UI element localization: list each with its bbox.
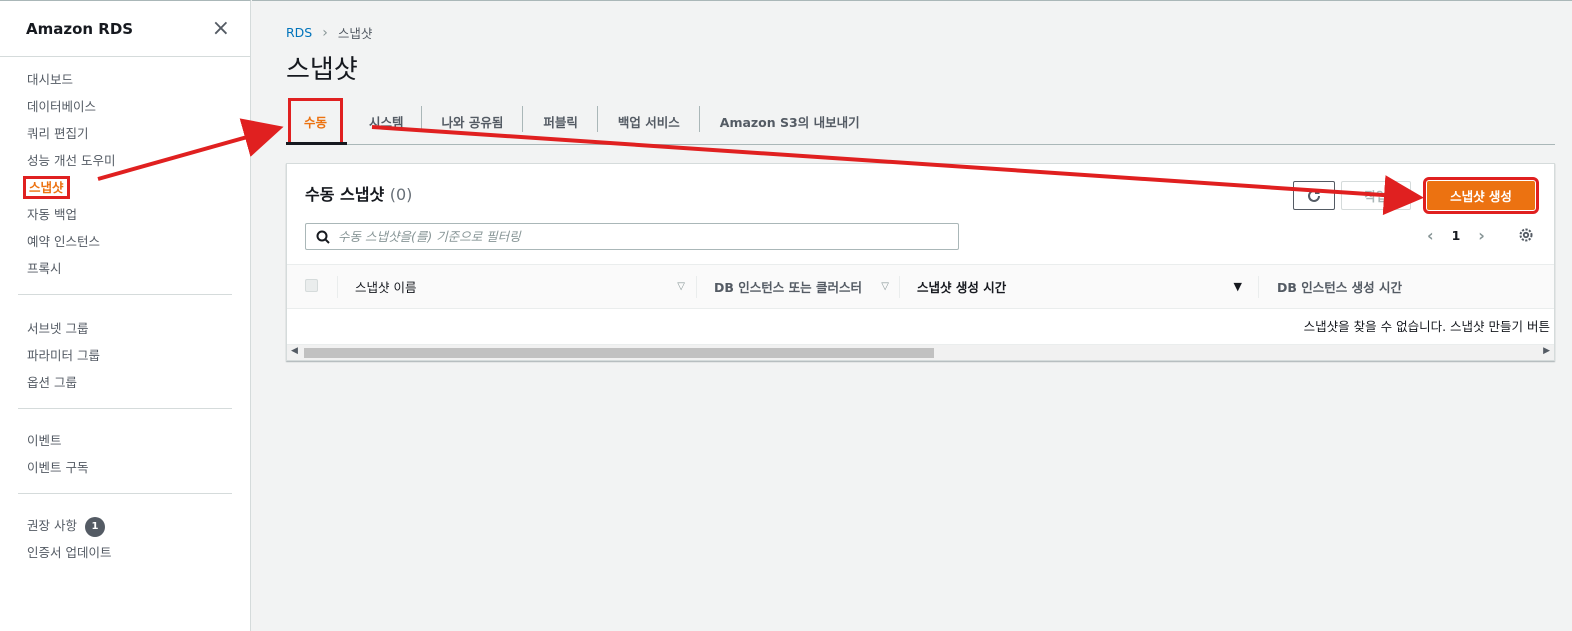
horizontal-scrollbar[interactable]: ◀ ▶ xyxy=(287,344,1554,360)
tab-manual[interactable]: 수동 xyxy=(286,97,348,145)
actions-button[interactable]: 작업 xyxy=(1341,181,1411,210)
sidebar-item-databases[interactable]: 데이터베이스 xyxy=(0,93,250,120)
snapshot-count: (0) xyxy=(389,185,413,204)
empty-table-message: 스냅샷을 찾을 수 없습니다. 스냅샷 만들기 버튼 xyxy=(1303,319,1550,334)
sort-icon: ▽ xyxy=(881,281,889,292)
sidebar: Amazon RDS × 대시보드 데이터베이스 쿼리 편집기 성능 개선 도우… xyxy=(0,0,251,631)
create-snapshot-button[interactable]: 스냅샷 생성 xyxy=(1423,177,1539,214)
sidebar-item-reserved-instances[interactable]: 예약 인스턴스 xyxy=(0,228,250,255)
sidebar-item-parameter-groups[interactable]: 파라미터 그룹 xyxy=(0,342,250,369)
table-header: 스냅샷 이름 ▽ DB 인스턴스 또는 클러스터 ▽ 스냅샷 생성 시간 ▼ DB 인… xyxy=(287,264,1554,309)
breadcrumb: RDS › 스냅샷 xyxy=(286,23,372,42)
scroll-right-icon[interactable]: ▶ xyxy=(1543,346,1550,356)
page-number[interactable]: 1 xyxy=(1452,228,1461,243)
tab-system[interactable]: 시스템 xyxy=(347,99,422,143)
sidebar-title: Amazon RDS xyxy=(26,19,134,38)
scrollbar-thumb[interactable] xyxy=(304,348,934,358)
sidebar-item-option-groups[interactable]: 옵션 그룹 xyxy=(0,369,250,396)
sidebar-group-other: 권장 사항 1 인증서 업데이트 xyxy=(0,494,250,578)
column-header-db-instance-time[interactable]: DB 인스턴스 생성 시간 xyxy=(1277,265,1402,308)
column-header-snapshot-time[interactable]: 스냅샷 생성 시간 ▼ xyxy=(917,265,1242,308)
sidebar-item-event-subscriptions[interactable]: 이벤트 구독 xyxy=(0,454,250,481)
sort-desc-icon: ▼ xyxy=(1233,280,1242,293)
tab-backup-service[interactable]: 백업 서비스 xyxy=(598,99,700,143)
sidebar-item-query-editor[interactable]: 쿼리 편집기 xyxy=(0,120,250,147)
tab-s3-exports[interactable]: Amazon S3의 내보내기 xyxy=(700,99,880,143)
sidebar-group-events: 이벤트 이벤트 구독 xyxy=(0,409,250,493)
breadcrumb-rds-link[interactable]: RDS xyxy=(286,25,312,40)
search-input[interactable] xyxy=(338,229,938,244)
filter-search xyxy=(305,223,959,250)
column-header-db-instance[interactable]: DB 인스턴스 또는 클러스터 ▽ xyxy=(714,265,889,308)
sidebar-header: Amazon RDS × xyxy=(0,1,250,57)
sidebar-item-certificate-update[interactable]: 인증서 업데이트 xyxy=(0,539,250,566)
scroll-left-icon[interactable]: ◀ xyxy=(291,346,298,356)
panel-title: 수동 스냅샷 (0) xyxy=(305,185,413,204)
tab-public[interactable]: 퍼블릭 xyxy=(523,99,598,143)
sidebar-item-performance-insights[interactable]: 성능 개선 도우미 xyxy=(0,147,250,174)
sidebar-item-snapshots[interactable]: 스냅샷 xyxy=(0,174,250,201)
recommendations-count-badge: 1 xyxy=(84,516,105,537)
breadcrumb-current: 스냅샷 xyxy=(337,26,373,41)
sidebar-item-proxies[interactable]: 프록시 xyxy=(0,255,250,282)
column-header-snapshot-name[interactable]: 스냅샷 이름 ▽ xyxy=(355,265,685,308)
sidebar-group-main: 대시보드 데이터베이스 쿼리 편집기 성능 개선 도우미 스냅샷 자동 백업 예… xyxy=(0,57,250,294)
manual-snapshots-panel: 수동 스냅샷 (0) 작업 스냅샷 생성 ‹ 1 › 스냅샷 이름▽ DB 인스… xyxy=(286,163,1555,361)
select-all-checkbox[interactable] xyxy=(305,279,318,292)
sidebar-item-dashboard[interactable]: 대시보드 xyxy=(0,66,250,93)
sidebar-item-recommendations[interactable]: 권장 사항 1 xyxy=(0,512,250,539)
chevron-right-icon: › xyxy=(322,24,328,41)
sidebar-group-config: 서브넷 그룹 파라미터 그룹 옵션 그룹 xyxy=(0,295,250,408)
tab-shared-with-me[interactable]: 나와 공유됨 xyxy=(422,99,524,143)
sidebar-item-subnet-groups[interactable]: 서브넷 그룹 xyxy=(0,315,250,342)
search-icon xyxy=(316,230,330,244)
sort-icon: ▽ xyxy=(677,281,685,292)
close-icon[interactable]: × xyxy=(212,17,230,40)
main-content: RDS › 스냅샷 스냅샷 수동 시스템 나와 공유됨 퍼블릭 백업 서비스 A… xyxy=(252,0,1572,631)
next-page-icon[interactable]: › xyxy=(1478,226,1485,245)
pagination: ‹ 1 › xyxy=(1427,226,1485,245)
prev-page-icon[interactable]: ‹ xyxy=(1427,226,1434,245)
page-title: 스냅샷 xyxy=(286,55,358,85)
sidebar-item-automated-backups[interactable]: 자동 백업 xyxy=(0,201,250,228)
sidebar-item-events[interactable]: 이벤트 xyxy=(0,427,250,454)
refresh-button[interactable] xyxy=(1293,181,1335,210)
refresh-icon xyxy=(1308,189,1320,202)
snapshot-tabs: 수동 시스템 나와 공유됨 퍼블릭 백업 서비스 Amazon S3의 내보내기 xyxy=(286,97,1555,145)
gear-icon[interactable] xyxy=(1518,227,1534,243)
